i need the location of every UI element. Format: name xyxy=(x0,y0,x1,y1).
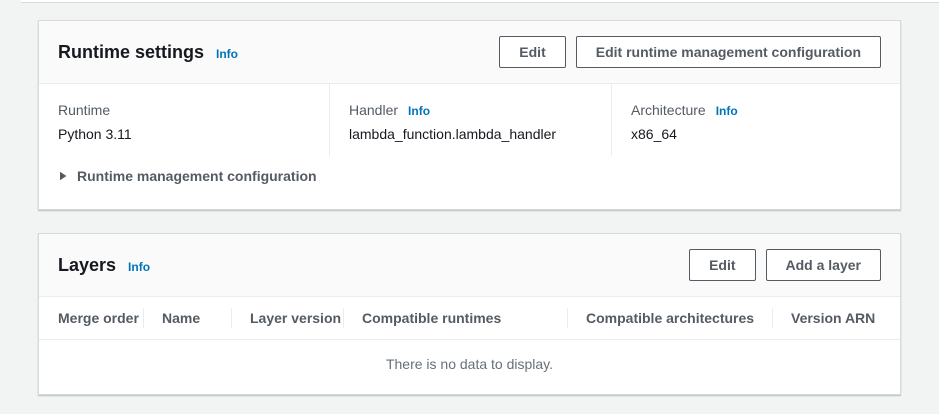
runtime-settings-header: Runtime settings Info Edit Edit runtime … xyxy=(39,21,900,84)
runtime-management-configuration-expander[interactable]: Runtime management configuration xyxy=(39,156,900,209)
handler-field-value: lambda_function.lambda_handler xyxy=(349,124,592,144)
architecture-info-link[interactable]: Info xyxy=(716,104,738,118)
previous-card-bottom-edge xyxy=(21,0,939,3)
runtime-settings-card: Runtime settings Info Edit Edit runtime … xyxy=(38,20,901,210)
layers-title: Layers xyxy=(58,254,116,276)
runtime-field-label: Runtime xyxy=(58,100,110,120)
edit-runtime-settings-button[interactable]: Edit xyxy=(499,36,565,68)
architecture-field-label: Architecture xyxy=(631,100,706,120)
runtime-settings-title: Runtime settings xyxy=(58,41,204,63)
architecture-field: Architecture Info x86_64 xyxy=(611,84,900,156)
architecture-field-value: x86_64 xyxy=(631,124,881,144)
handler-field: Handler Info lambda_function.lambda_hand… xyxy=(329,84,611,156)
column-header-version-arn: Version ARN xyxy=(772,308,881,328)
runtime-settings-info-link[interactable]: Info xyxy=(216,47,238,61)
runtime-settings-fields: Runtime Python 3.11 Handler Info lambda_… xyxy=(39,84,900,156)
handler-info-link[interactable]: Info xyxy=(408,104,430,118)
column-header-name: Name xyxy=(143,308,231,328)
column-header-layer-version: Layer version xyxy=(231,308,343,328)
layers-table-header-row: Merge order Name Layer version Compatibl… xyxy=(39,297,900,340)
runtime-management-configuration-expander-label: Runtime management configuration xyxy=(77,168,317,184)
caret-right-icon xyxy=(58,171,68,181)
add-a-layer-button[interactable]: Add a layer xyxy=(766,249,881,281)
layers-card: Layers Info Edit Add a layer Merge order… xyxy=(38,233,901,395)
column-header-compatible-runtimes: Compatible runtimes xyxy=(343,308,567,328)
runtime-field-value: Python 3.11 xyxy=(58,124,310,144)
edit-layers-button[interactable]: Edit xyxy=(689,249,755,281)
layers-info-link[interactable]: Info xyxy=(128,260,150,274)
layers-table-empty-state: There is no data to display. xyxy=(39,340,900,394)
handler-field-label: Handler xyxy=(349,100,398,120)
column-header-compatible-architectures: Compatible architectures xyxy=(567,308,772,328)
layers-header: Layers Info Edit Add a layer xyxy=(39,234,900,297)
runtime-field: Runtime Python 3.11 xyxy=(39,84,329,156)
edit-runtime-management-configuration-button[interactable]: Edit runtime management configuration xyxy=(576,36,881,68)
column-header-merge-order: Merge order xyxy=(58,308,143,328)
